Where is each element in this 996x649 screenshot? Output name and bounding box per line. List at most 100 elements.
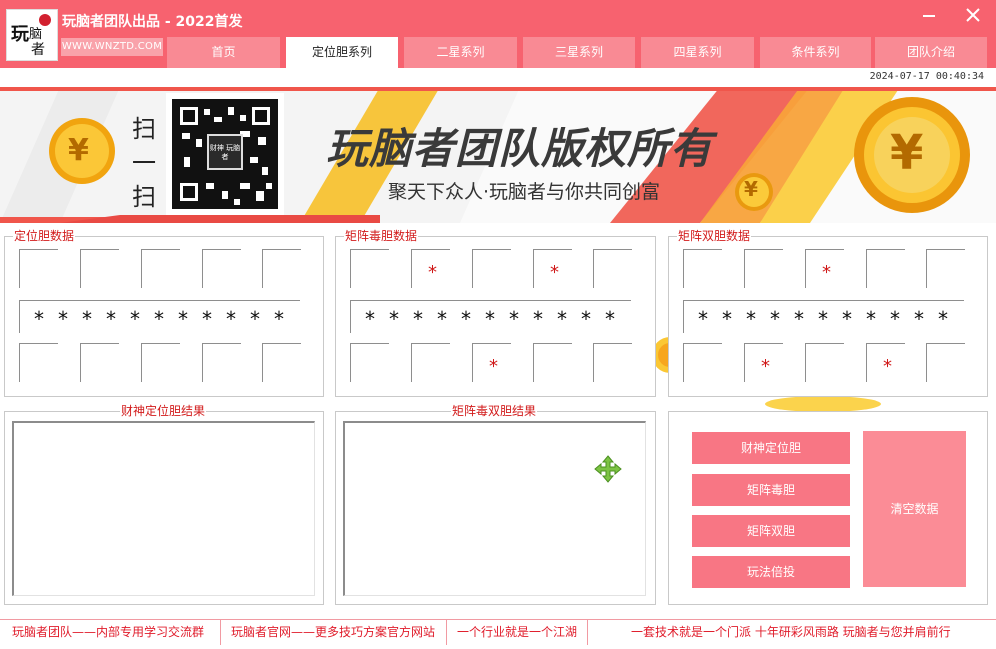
- cell-mark: *: [883, 356, 892, 377]
- star-mark: *: [938, 307, 948, 331]
- svg-text:脑: 脑: [29, 27, 42, 42]
- star-mark: *: [365, 307, 375, 331]
- banner-headline: 玩脑者团队版权所有: [326, 124, 714, 173]
- star-mark: *: [154, 307, 164, 331]
- star-mark: *: [722, 307, 732, 331]
- star-mark: *: [866, 307, 876, 331]
- top-cell: [683, 249, 722, 288]
- status-footer: 玩脑者团队——内部专用学习交流群 玩脑者官网——更多技巧方案官方网站 一个行业就…: [0, 619, 996, 649]
- tab-four-star-series[interactable]: 四星系列: [641, 37, 754, 68]
- star-mark: *: [34, 307, 44, 331]
- star-mark: *: [770, 307, 780, 331]
- star-mark: *: [533, 307, 543, 331]
- star-mark: *: [581, 307, 591, 331]
- panel-action-buttons: 财神定位胆 矩阵毒胆 矩阵双胆 玩法倍投 清空数据: [668, 411, 988, 605]
- title-bar: 玩 脑 者 玩脑者团队出品 - 2022首发 WWW.WNZTD.COM 首页 …: [0, 0, 996, 68]
- scan-text-2: 一: [132, 149, 156, 177]
- star-mark: *: [130, 307, 140, 331]
- tab-home[interactable]: 首页: [167, 37, 280, 68]
- cell-mark: *: [822, 262, 831, 283]
- star-mark: *: [274, 307, 284, 331]
- top-cell: [80, 249, 119, 288]
- qr-code-label: 财神 玩脑者: [209, 144, 241, 161]
- bottom-cell: [533, 343, 572, 382]
- matrix-double-button[interactable]: 矩阵双胆: [692, 515, 850, 547]
- top-cell: [202, 249, 241, 288]
- star-row: * * * * * * * * * * *: [19, 300, 300, 333]
- bottom-cell: [926, 343, 965, 382]
- clear-data-button[interactable]: 清空数据: [863, 431, 966, 587]
- caishen-position-result-textarea[interactable]: [12, 421, 315, 596]
- star-mark: *: [818, 307, 828, 331]
- star-mark: *: [226, 307, 236, 331]
- footer-link-group[interactable]: 玩脑者团队——内部专用学习交流群: [12, 620, 204, 645]
- caishen-position-button[interactable]: 财神定位胆: [692, 432, 850, 464]
- svg-text:者: 者: [31, 42, 45, 58]
- star-mark: *: [605, 307, 615, 331]
- panel-position-data: 定位胆数据 * * * * * * * * * * *: [4, 229, 324, 397]
- coin-icon-left: ¥: [68, 133, 89, 168]
- top-cell: [472, 249, 511, 288]
- panel-title: 财神定位胆结果: [120, 404, 207, 418]
- tab-condition-series[interactable]: 条件系列: [760, 37, 871, 68]
- bottom-cell: *: [866, 343, 905, 382]
- panel-title: 矩阵毒双胆结果: [451, 404, 538, 418]
- footer-separator: [220, 620, 221, 645]
- star-mark: *: [58, 307, 68, 331]
- star-mark: *: [509, 307, 519, 331]
- panel-title: 矩阵毒胆数据: [344, 229, 419, 243]
- panel-matrix-double-data: 矩阵双胆数据 * * * * * * * * * * * * * *: [668, 229, 988, 397]
- top-cell: *: [411, 249, 450, 288]
- tab-two-star-series[interactable]: 二星系列: [404, 37, 517, 68]
- star-mark: *: [890, 307, 900, 331]
- bottom-cell: [202, 343, 241, 382]
- bottom-cell: [141, 343, 180, 382]
- star-mark: *: [106, 307, 116, 331]
- coin-icon-right: ¥: [890, 125, 924, 181]
- star-row: * * * * * * * * * * *: [683, 300, 964, 333]
- cell-mark: *: [550, 262, 559, 283]
- bottom-cell: *: [472, 343, 511, 382]
- cell-mark: *: [489, 356, 498, 377]
- panel-caishen-position-result: 财神定位胆结果: [4, 404, 324, 605]
- move-icon[interactable]: [593, 454, 623, 484]
- star-mark: *: [389, 307, 399, 331]
- tab-position-series[interactable]: 定位胆系列: [286, 37, 398, 68]
- footer-link-website[interactable]: 玩脑者官网——更多技巧方案官方网站: [231, 620, 435, 645]
- footer-separator: [446, 620, 447, 645]
- top-cell: [141, 249, 180, 288]
- scan-text-3: 扫: [132, 183, 156, 211]
- app-logo: 玩 脑 者: [6, 9, 58, 61]
- panel-title: 定位胆数据: [13, 229, 76, 243]
- bottom-cell: [411, 343, 450, 382]
- footer-motto: 一套技术就是一个门派 十年研彩风雨路 玩脑者与您并肩前行: [631, 625, 951, 639]
- panel-matrix-poison-double-result: 矩阵毒双胆结果: [335, 404, 656, 605]
- banner-subline: 聚天下众人·玩脑者与你共同创富: [388, 181, 661, 203]
- star-mark: *: [202, 307, 212, 331]
- star-mark: *: [842, 307, 852, 331]
- cell-mark: *: [428, 262, 437, 283]
- tab-team-intro[interactable]: 团队介绍: [875, 37, 987, 68]
- tab-three-star-series[interactable]: 三星系列: [523, 37, 635, 68]
- minimize-icon[interactable]: [917, 4, 941, 26]
- bottom-cell: [805, 343, 844, 382]
- site-url-label[interactable]: WWW.WNZTD.COM: [61, 38, 163, 56]
- close-icon[interactable]: [961, 4, 985, 26]
- play-multiplier-button[interactable]: 玩法倍投: [692, 556, 850, 588]
- star-mark: *: [437, 307, 447, 331]
- star-mark: *: [250, 307, 260, 331]
- bottom-cell: *: [744, 343, 783, 382]
- matrix-poison-button[interactable]: 矩阵毒胆: [692, 474, 850, 506]
- top-cell: *: [533, 249, 572, 288]
- matrix-poison-double-result-textarea[interactable]: [343, 421, 646, 596]
- star-mark: *: [746, 307, 756, 331]
- top-cell: [926, 249, 965, 288]
- bottom-cell: [350, 343, 389, 382]
- top-cell: [593, 249, 632, 288]
- star-row: * * * * * * * * * * *: [350, 300, 631, 333]
- star-mark: *: [698, 307, 708, 331]
- star-mark: *: [557, 307, 567, 331]
- top-cell: [866, 249, 905, 288]
- star-mark: *: [413, 307, 423, 331]
- panel-matrix-poison-data: 矩阵毒胆数据 * * * * * * * * * * * * * *: [335, 229, 656, 397]
